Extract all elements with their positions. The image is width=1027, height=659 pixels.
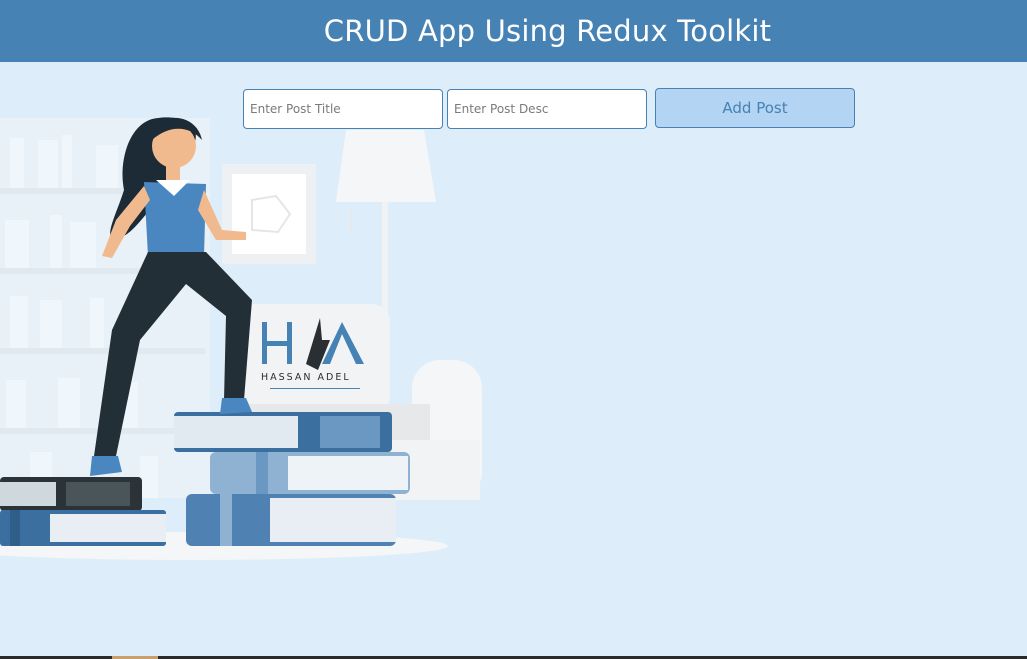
page-title: CRUD App Using Redux Toolkit [323, 14, 772, 48]
left-book-stack [0, 477, 166, 546]
picture-frame [222, 164, 316, 264]
logo-text: HASSAN ADEL [261, 372, 351, 383]
app-header: CRUD App Using Redux Toolkit [0, 0, 1027, 62]
floor-lamp [336, 130, 436, 332]
add-post-button[interactable]: Add Post [655, 88, 855, 128]
woman-climbing-books-illustration: HASSAN ADEL [0, 117, 482, 560]
